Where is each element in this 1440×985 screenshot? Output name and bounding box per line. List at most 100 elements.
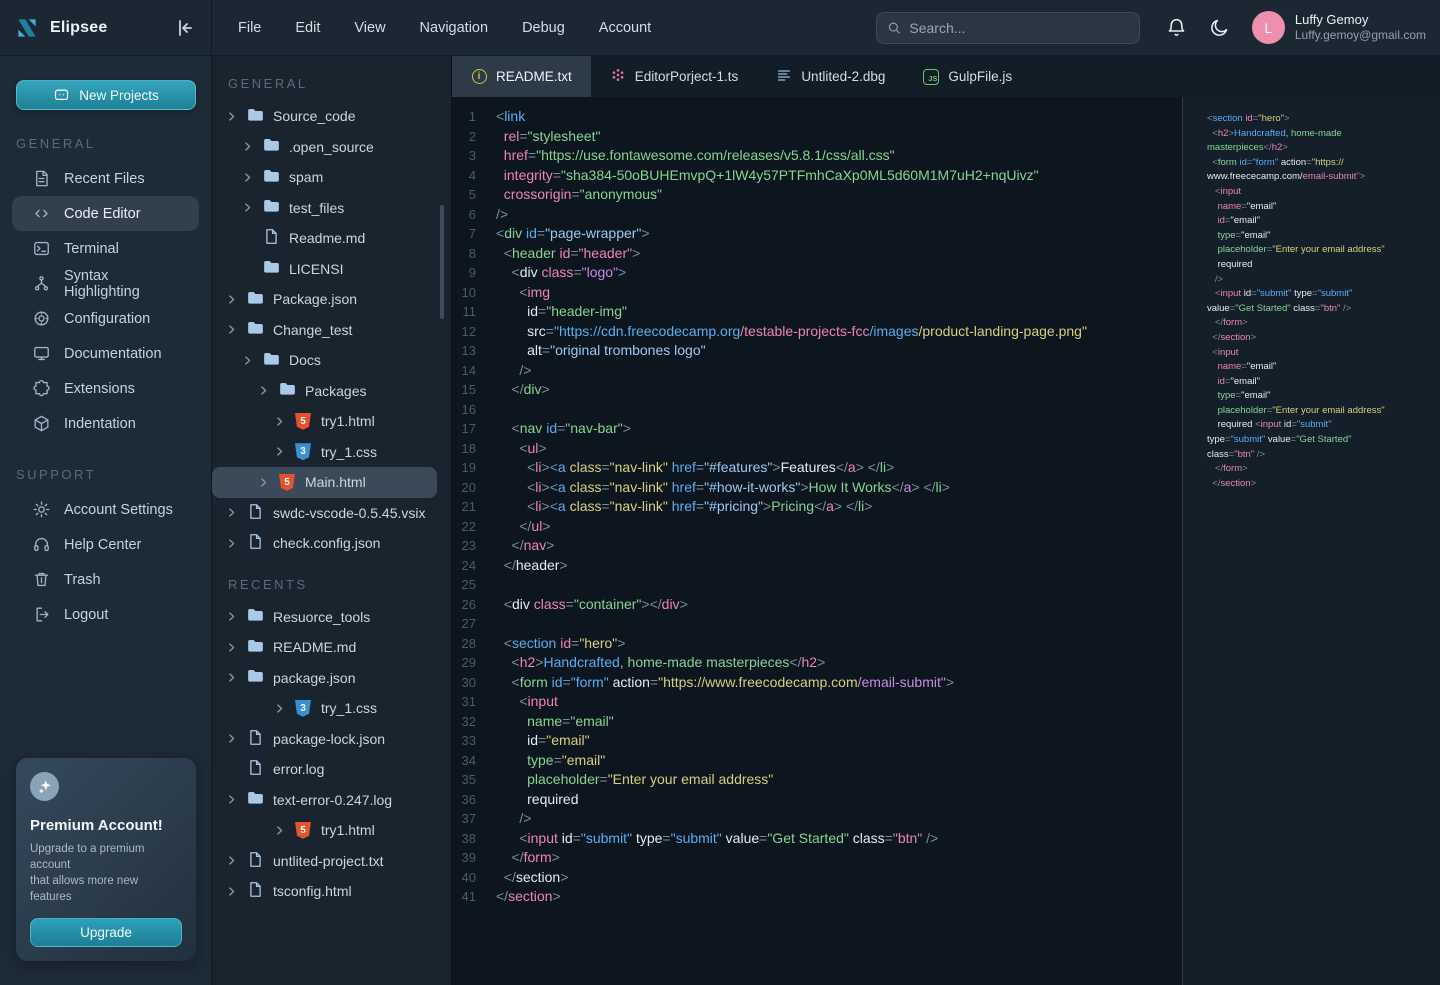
tree-item-docs[interactable]: Docs bbox=[212, 345, 451, 376]
tree-item-label: try1.html bbox=[321, 413, 375, 429]
chevron-right-icon[interactable] bbox=[242, 141, 253, 152]
minimap-line-14: value="Get Started" class="btn" /> bbox=[1207, 302, 1434, 317]
file-icon bbox=[246, 852, 264, 870]
tree-item-readme-md[interactable]: README.md bbox=[212, 632, 451, 663]
chevron-right-icon[interactable] bbox=[274, 446, 285, 457]
sidebar-item-terminal[interactable]: Terminal bbox=[12, 231, 199, 266]
search-input[interactable] bbox=[909, 20, 1128, 36]
new-projects-button[interactable]: New Projects bbox=[16, 80, 196, 110]
tab-readme-txt[interactable]: iREADME.txt bbox=[452, 56, 591, 97]
chevron-right-icon[interactable] bbox=[226, 611, 237, 622]
menu-item-view[interactable]: View bbox=[354, 20, 385, 36]
menu-item-edit[interactable]: Edit bbox=[295, 20, 320, 36]
tab-label: README.txt bbox=[496, 69, 572, 84]
tree-item-error-log[interactable]: error.log bbox=[212, 754, 451, 785]
tree-item-try1-html[interactable]: 5try1.html bbox=[212, 406, 451, 437]
collapse-sidebar-icon[interactable] bbox=[173, 16, 197, 40]
chevron-right-icon[interactable] bbox=[274, 703, 285, 714]
chevron-right-icon[interactable] bbox=[226, 324, 237, 335]
tree-item-try1-html[interactable]: 5try1.html bbox=[212, 815, 451, 846]
chevron-right-icon[interactable] bbox=[226, 294, 237, 305]
tree-item-untlited-project-txt[interactable]: untlited-project.txt bbox=[212, 846, 451, 877]
minimap-line-2: <h2>Handcrafted, home-made bbox=[1207, 127, 1434, 142]
sidebar-item-syntax-highlighting[interactable]: Syntax Highlighting bbox=[12, 266, 199, 301]
tree-item-readme-md[interactable]: Readme.md bbox=[212, 223, 451, 254]
tree-item-text-error-0-247-log[interactable]: text-error-0.247.log bbox=[212, 785, 451, 816]
sidebar-item-extensions[interactable]: Extensions bbox=[12, 371, 199, 406]
tree-item-change-test[interactable]: Change_test bbox=[212, 315, 451, 346]
tree-item-main-html[interactable]: 5Main.html bbox=[212, 467, 437, 498]
code-line-11: 11 id="header-img" bbox=[452, 302, 1182, 322]
chevron-right-icon[interactable] bbox=[242, 172, 253, 183]
sidebar-item-documentation[interactable]: Documentation bbox=[12, 336, 199, 371]
tree-item-open-source[interactable]: .open_source bbox=[212, 132, 451, 163]
minimap[interactable]: <section id="hero"> <h2>Handcrafted, hom… bbox=[1182, 97, 1440, 985]
chevron-right-icon[interactable] bbox=[226, 886, 237, 897]
tree-item-resuorce-tools[interactable]: Resuorce_tools bbox=[212, 602, 451, 633]
tree-item-package-lock-json[interactable]: package-lock.json bbox=[212, 724, 451, 755]
sidebar-item-recent-files[interactable]: Recent Files bbox=[12, 161, 199, 196]
sidebar-item-code-editor[interactable]: Code Editor bbox=[12, 196, 199, 231]
chevron-right-icon[interactable] bbox=[226, 733, 237, 744]
sidebar-item-account-settings[interactable]: Account Settings bbox=[12, 492, 199, 527]
chevron-right-icon[interactable] bbox=[258, 385, 269, 396]
user-chip[interactable]: L Luffy Gemoy Luffy.gemoy@gmail.com bbox=[1252, 11, 1440, 44]
tree-item-try-1-css[interactable]: 3try_1.css bbox=[212, 437, 451, 468]
sidebar-item-indentation[interactable]: Indentation bbox=[12, 406, 199, 441]
tree-item-try-1-css[interactable]: 3try_1.css bbox=[212, 693, 451, 724]
tab-untlited-2-dbg[interactable]: Untlited-2.dbg bbox=[757, 56, 904, 97]
file-icon bbox=[248, 729, 263, 749]
chevron-right-icon[interactable] bbox=[226, 672, 237, 683]
tab-label: EditorPorject-1.ts bbox=[635, 69, 739, 84]
menu-item-navigation[interactable]: Navigation bbox=[420, 20, 489, 36]
tree-item-package-json[interactable]: package.json bbox=[212, 663, 451, 694]
chevron-right-icon[interactable] bbox=[274, 825, 285, 836]
dark-mode-moon-icon[interactable] bbox=[1209, 17, 1230, 38]
chevron-right-icon[interactable] bbox=[242, 355, 253, 366]
chevron-right-icon[interactable] bbox=[226, 507, 237, 518]
minimap-line-13: <input id="submit" type="submit" bbox=[1207, 287, 1434, 302]
chevron-right-icon[interactable] bbox=[242, 202, 253, 213]
tree-item-label: Resuorce_tools bbox=[273, 609, 370, 625]
chevron-right-icon[interactable] bbox=[274, 416, 285, 427]
chevron-right-icon[interactable] bbox=[226, 855, 237, 866]
tree-item-packages[interactable]: Packages bbox=[212, 376, 451, 407]
chevron-right-icon[interactable] bbox=[226, 794, 237, 805]
menu-item-account[interactable]: Account bbox=[599, 20, 651, 36]
tab-editorporject-1-ts[interactable]: EditorPorject-1.ts bbox=[591, 56, 758, 97]
tree-item-check-config-json[interactable]: check.config.json bbox=[212, 528, 451, 559]
tree-item-tsconfig-html[interactable]: tsconfig.html bbox=[212, 876, 451, 907]
chevron-right-icon[interactable] bbox=[226, 111, 237, 122]
chevron-right-icon[interactable] bbox=[226, 642, 237, 653]
code-editor[interactable]: 1<link2 rel="stylesheet"3 href="https://… bbox=[452, 97, 1182, 985]
tree-item-spam[interactable]: spam bbox=[212, 162, 451, 193]
tree-scrollbar[interactable] bbox=[440, 205, 444, 319]
code-text: <div class="logo"> bbox=[496, 263, 626, 283]
tree-item-label: Docs bbox=[289, 352, 321, 368]
tree-item-licensi[interactable]: LICENSI bbox=[212, 254, 451, 285]
menu-item-debug[interactable]: Debug bbox=[522, 20, 565, 36]
sidebar-item-label: Help Center bbox=[64, 537, 141, 553]
chevron-right-icon[interactable] bbox=[226, 538, 237, 549]
chevron-right-icon[interactable] bbox=[258, 477, 269, 488]
notifications-bell-icon[interactable] bbox=[1166, 17, 1187, 38]
tree-item-test-files[interactable]: test_files bbox=[212, 193, 451, 224]
menu-item-file[interactable]: File bbox=[238, 20, 261, 36]
sidebar-section-general: GENERAL bbox=[0, 136, 211, 151]
tab-strip: iREADME.txt EditorPorject-1.ts Untlited-2.… bbox=[452, 56, 1440, 97]
sidebar-item-help-center[interactable]: Help Center bbox=[12, 527, 199, 562]
upgrade-button[interactable]: Upgrade bbox=[30, 918, 182, 947]
tree-item-package-json[interactable]: Package.json bbox=[212, 284, 451, 315]
sidebar-item-logout[interactable]: Logout bbox=[12, 597, 199, 632]
sidebar-item-trash[interactable]: Trash bbox=[12, 562, 199, 597]
avatar[interactable]: L bbox=[1252, 11, 1285, 44]
sidebar-item-label: Trash bbox=[64, 572, 101, 588]
search-bar[interactable] bbox=[876, 12, 1140, 44]
code-line-17: 17 <nav id="nav-bar"> bbox=[452, 419, 1182, 439]
sidebar-item-configuration[interactable]: Configuration bbox=[12, 301, 199, 336]
tree-item-swdc-vscode-0-5-45-vsix[interactable]: swdc-vscode-0.5.45.vsix bbox=[212, 498, 451, 529]
tree-item-source-code[interactable]: Source_code bbox=[212, 101, 451, 132]
tab-gulpfile-js[interactable]: JSGulpFile.js bbox=[904, 56, 1031, 97]
html-icon: 5 bbox=[294, 821, 312, 839]
code-text: /> bbox=[496, 361, 531, 381]
